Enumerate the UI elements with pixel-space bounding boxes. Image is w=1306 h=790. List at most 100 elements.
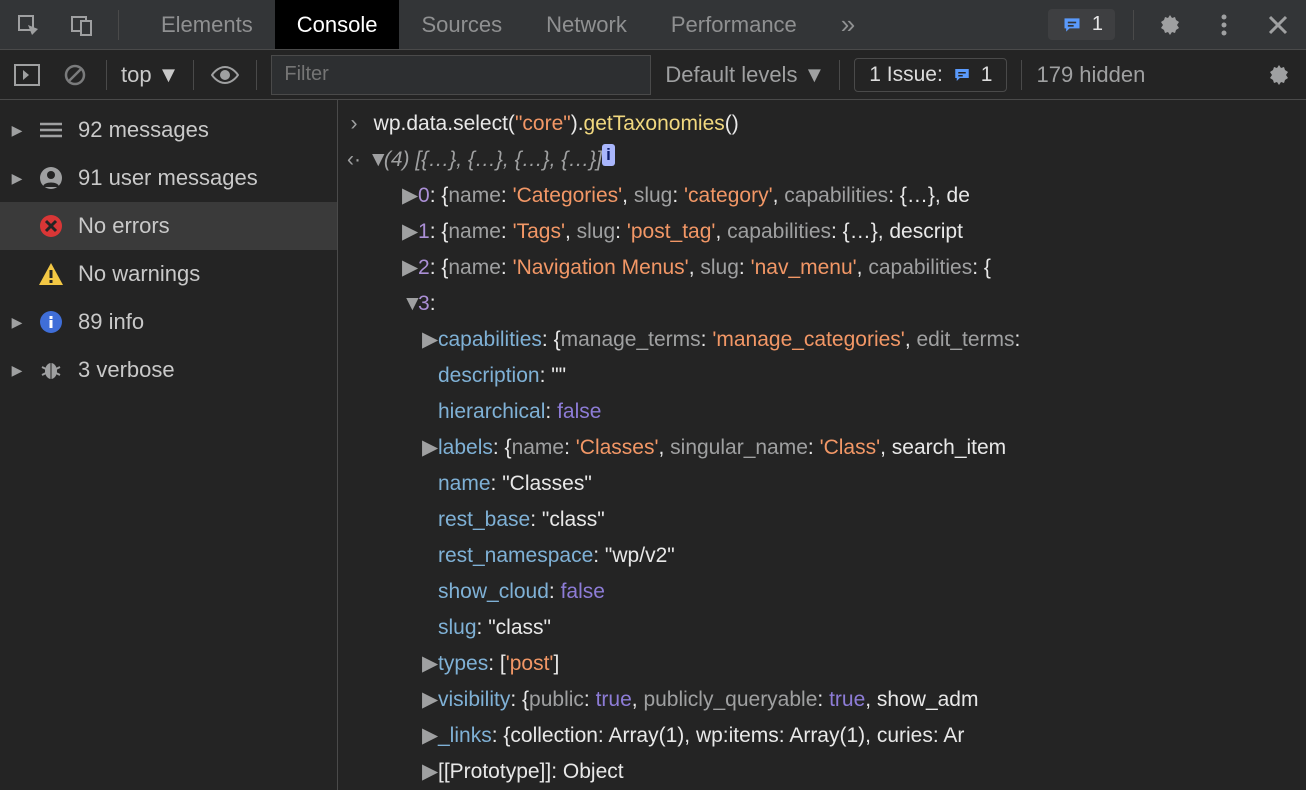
console-settings-icon[interactable]: [1262, 58, 1296, 92]
log-levels-selector[interactable]: Default levels ▼: [665, 62, 825, 88]
divider: [256, 60, 257, 90]
sidebar-info-label: 89 info: [78, 309, 144, 335]
info-badge-icon[interactable]: i: [602, 144, 615, 166]
prop-key: rest_namespace: [438, 540, 593, 572]
prop-colon: :: [549, 576, 561, 608]
caret-right-icon[interactable]: ▶: [422, 324, 438, 356]
caret-right-icon[interactable]: ▶: [422, 684, 438, 716]
clear-console-icon[interactable]: [58, 58, 92, 92]
item-index: 0: [418, 180, 430, 212]
sidebar-errors[interactable]: No errors: [0, 202, 337, 250]
divider: [839, 60, 840, 90]
sidebar-verbose[interactable]: ▶ 3 verbose: [0, 346, 337, 394]
issues-icon: [1060, 15, 1084, 35]
item-colon: :: [430, 288, 436, 320]
prop-key: rest_base: [438, 504, 530, 536]
prop-labels[interactable]: ▶labels: {name: 'Classes', singular_name…: [338, 430, 1306, 466]
divider: [1021, 60, 1022, 90]
item-index: 2: [418, 252, 430, 284]
prop-types[interactable]: ▶types: ['post']: [338, 646, 1306, 682]
warning-icon: [38, 261, 64, 287]
prop-colon: :: [545, 396, 557, 428]
prop-links[interactable]: ▶_links: {collection: Array(1), wp:items…: [338, 718, 1306, 754]
context-selector[interactable]: top ▼: [121, 62, 179, 88]
array-item-0[interactable]: ▶0: {name: 'Categories', slug: 'category…: [338, 178, 1306, 214]
context-label: top: [121, 62, 152, 88]
prop-preview: : {manage_terms: 'manage_categories', ed…: [542, 324, 1020, 356]
caret-right-icon[interactable]: ▶: [402, 180, 418, 212]
issue-count: 1: [981, 63, 993, 87]
divider: [118, 10, 119, 40]
devtools-tabbar: Elements Console Sources Network Perform…: [0, 0, 1306, 50]
divider: [106, 60, 107, 90]
caret-right-icon[interactable]: ▶: [422, 432, 438, 464]
item-index: 3: [418, 288, 430, 320]
sidebar-toggle-icon[interactable]: [10, 58, 44, 92]
prop-key: types: [438, 648, 488, 680]
prop-key: capabilities: [438, 324, 542, 356]
prop-value: : "class": [530, 504, 604, 536]
prop-value: : "class": [477, 612, 551, 644]
tab-network[interactable]: Network: [524, 0, 649, 49]
kebab-menu-icon[interactable]: [1206, 7, 1242, 43]
tab-console[interactable]: Console: [275, 0, 400, 49]
issue-counter[interactable]: 1 Issue: 1: [854, 58, 1007, 92]
output-caret-icon: ‹·: [346, 144, 362, 176]
caret-down-icon[interactable]: ▼: [402, 288, 418, 320]
code-token: "core": [515, 108, 571, 140]
list-icon: [38, 117, 64, 143]
prop-value: [[Prototype]]: Object: [438, 756, 624, 788]
item-preview: : {name: 'Categories', slug: 'category',…: [430, 180, 970, 212]
console-sidebar: ▶ 92 messages ▶ 91 user messages No erro…: [0, 100, 338, 790]
prop-visibility[interactable]: ▶visibility: {public: true, publicly_que…: [338, 682, 1306, 718]
hidden-count[interactable]: 179 hidden: [1036, 62, 1145, 88]
array-item-2[interactable]: ▶2: {name: 'Navigation Menus', slug: 'na…: [338, 250, 1306, 286]
caret-right-icon[interactable]: ▶: [402, 216, 418, 248]
sidebar-warnings[interactable]: No warnings: [0, 250, 337, 298]
console-input-echo: › wp.data.select("core").getTaxonomies(): [338, 106, 1306, 142]
log-levels-label: Default levels: [665, 62, 797, 88]
caret-right-icon: ▶: [10, 170, 24, 187]
error-icon: [38, 213, 64, 239]
caret-right-icon: ▶: [10, 362, 24, 379]
array-count: (4): [384, 144, 410, 176]
tab-performance[interactable]: Performance: [649, 0, 819, 49]
prop-preview: : {collection: Array(1), wp:items: Array…: [492, 720, 965, 752]
sidebar-info[interactable]: ▶ 89 info: [0, 298, 337, 346]
live-expression-icon[interactable]: [208, 58, 242, 92]
issues-count: 1: [1092, 13, 1103, 36]
divider: [1133, 10, 1134, 40]
caret-down-icon[interactable]: ▼: [368, 144, 384, 176]
caret-right-icon[interactable]: ▶: [422, 648, 438, 680]
sidebar-messages[interactable]: ▶ 92 messages: [0, 106, 337, 154]
sidebar-user-messages[interactable]: ▶ 91 user messages: [0, 154, 337, 202]
tab-sources[interactable]: Sources: [399, 0, 524, 49]
input-caret-icon: ›: [346, 108, 362, 140]
filter-input[interactable]: [271, 55, 651, 95]
issues-button[interactable]: 1: [1048, 9, 1115, 40]
prop-key: show_cloud: [438, 576, 549, 608]
caret-right-icon: ▶: [10, 314, 24, 331]
caret-right-icon[interactable]: ▶: [402, 252, 418, 284]
caret-right-icon[interactable]: ▶: [422, 720, 438, 752]
item-preview: : {name: 'Tags', slug: 'post_tag', capab…: [430, 216, 963, 248]
result-header[interactable]: ‹· ▼(4) [{…}, {…}, {…}, {…}] i: [338, 142, 1306, 178]
device-toggle-icon[interactable]: [64, 7, 100, 43]
issue-label: 1 Issue:: [869, 63, 943, 87]
close-devtools-icon[interactable]: [1260, 7, 1296, 43]
array-item-3[interactable]: ▼3:: [338, 286, 1306, 322]
caret-right-icon[interactable]: ▶: [422, 756, 438, 788]
settings-icon[interactable]: [1152, 7, 1188, 43]
array-item-1[interactable]: ▶1: {name: 'Tags', slug: 'post_tag', cap…: [338, 214, 1306, 250]
prop-key: _links: [438, 720, 492, 752]
prop-key: description: [438, 360, 540, 392]
prop-capabilities[interactable]: ▶capabilities: {manage_terms: 'manage_ca…: [338, 322, 1306, 358]
prop-prototype-object[interactable]: ▶[[Prototype]]: Object: [338, 754, 1306, 790]
tabs-overflow-icon[interactable]: »: [819, 0, 877, 49]
prop-show-cloud: show_cloud: false: [338, 574, 1306, 610]
caret-right-icon: ▶: [10, 122, 24, 139]
inspect-icon[interactable]: [10, 7, 46, 43]
prop-rest-base: rest_base: "class": [338, 502, 1306, 538]
prop-rest-namespace: rest_namespace: "wp/v2": [338, 538, 1306, 574]
tab-elements[interactable]: Elements: [139, 0, 275, 49]
